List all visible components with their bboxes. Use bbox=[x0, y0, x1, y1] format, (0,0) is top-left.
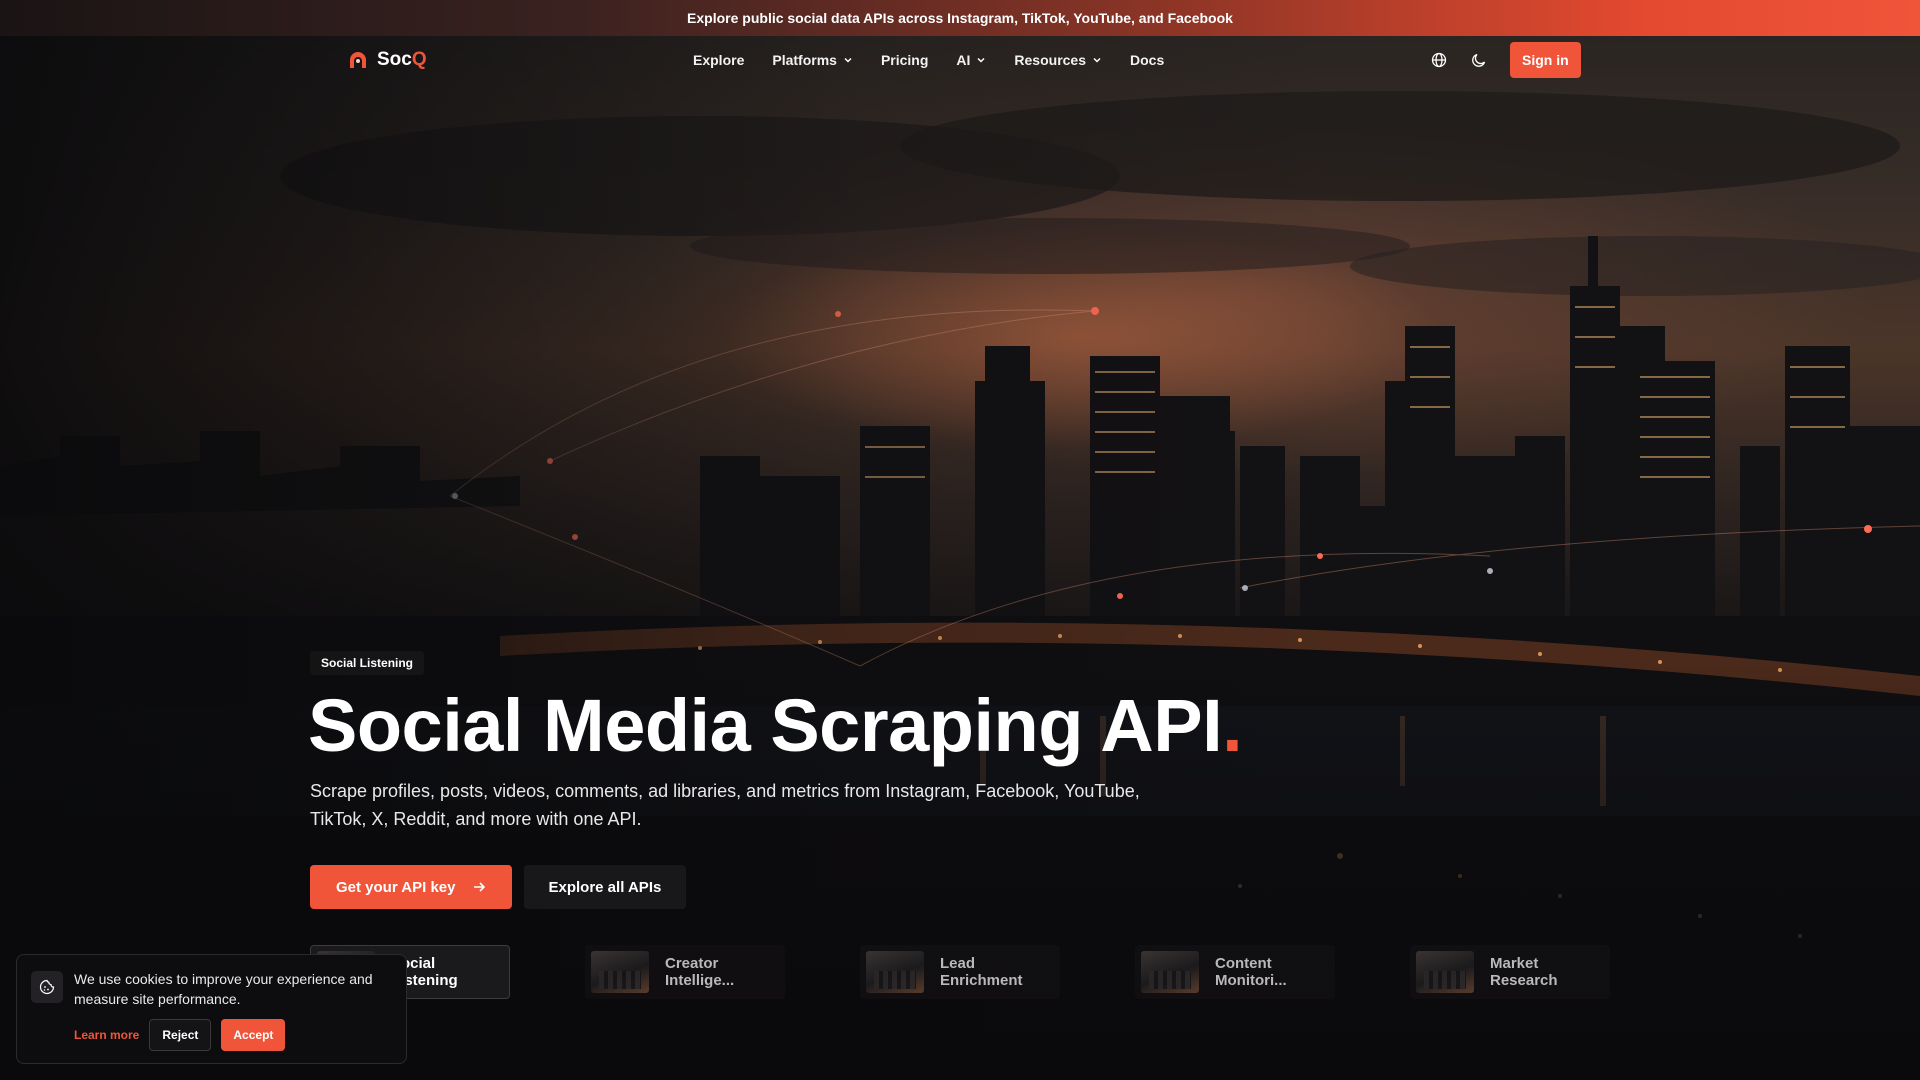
nav-docs-label: Docs bbox=[1130, 52, 1165, 68]
nav-actions: Sign in bbox=[1430, 42, 1581, 78]
page-title-dot: . bbox=[1222, 684, 1243, 767]
usecase-tab-market-research[interactable]: Market Research bbox=[1410, 945, 1610, 999]
chevron-down-icon bbox=[844, 57, 852, 63]
moon-icon bbox=[1472, 53, 1486, 67]
top-nav: SocQ Explore Platforms Pricing AI Resour… bbox=[0, 36, 1920, 84]
brand-name-prefix: Soc bbox=[377, 49, 412, 70]
explore-all-apis-label: Explore all APIs bbox=[548, 878, 662, 896]
usecase-thumbnail bbox=[591, 951, 649, 993]
arrow-right-icon bbox=[473, 882, 485, 892]
usecase-thumbnail bbox=[866, 951, 924, 993]
announcement-text: Explore public social data APIs across I… bbox=[687, 10, 1233, 26]
language-button[interactable] bbox=[1430, 51, 1448, 69]
theme-toggle-button[interactable] bbox=[1470, 51, 1488, 69]
socq-logo-icon bbox=[350, 52, 366, 68]
page-title-text: Social Media Scraping API bbox=[308, 684, 1223, 767]
get-api-key-button[interactable]: Get your API key bbox=[310, 865, 512, 909]
cookie-learn-more-link[interactable]: Learn more bbox=[74, 1028, 139, 1042]
nav-pricing[interactable]: Pricing bbox=[881, 52, 928, 68]
usecase-tab-content-monitoring[interactable]: Content Monitori... bbox=[1135, 945, 1335, 999]
cookie-banner: We use cookies to improve your experienc… bbox=[16, 954, 407, 1064]
usecase-label: Lead Enrichment bbox=[940, 955, 1023, 989]
get-api-key-label: Get your API key bbox=[336, 878, 456, 896]
cookie-accept-button[interactable]: Accept bbox=[221, 1019, 286, 1051]
usecase-thumbnail bbox=[1141, 951, 1199, 993]
nav-explore[interactable]: Explore bbox=[693, 52, 744, 68]
cookie-actions: Learn more Reject Accept bbox=[74, 1019, 286, 1051]
usecase-thumbnail bbox=[1416, 951, 1474, 993]
hero-subtitle: Scrape profiles, posts, videos, comments… bbox=[310, 781, 1140, 829]
explore-all-apis-button[interactable]: Explore all APIs bbox=[523, 865, 687, 909]
usecase-tab-lead-enrichment[interactable]: Lead Enrichment bbox=[860, 945, 1060, 999]
cookie-icon bbox=[39, 979, 55, 995]
nav-docs[interactable]: Docs bbox=[1130, 52, 1164, 68]
hero-cta-row: Get your API key Explore all APIs bbox=[310, 865, 687, 909]
nav-resources-label: Resources bbox=[1014, 52, 1086, 68]
usecase-label: Creator Intellige... bbox=[665, 955, 735, 989]
nav-links: Explore Platforms Pricing AI Resources D… bbox=[693, 48, 1164, 72]
hero-background bbox=[0, 36, 1920, 1080]
nav-pricing-label: Pricing bbox=[880, 52, 929, 68]
brand-name-suffix: Q bbox=[411, 49, 427, 70]
nav-platforms[interactable]: Platforms bbox=[772, 52, 853, 68]
globe-icon bbox=[1431, 52, 1447, 68]
hero-badge: Social Listening bbox=[310, 651, 425, 675]
sign-in-button[interactable]: Sign in bbox=[1510, 42, 1581, 78]
usecase-tab-creator-intelligence[interactable]: Creator Intellige... bbox=[585, 945, 785, 999]
chevron-down-icon bbox=[1093, 57, 1101, 63]
nav-platforms-label: Platforms bbox=[772, 52, 837, 68]
nav-ai-label: AI bbox=[956, 52, 971, 68]
usecase-label: Market Research bbox=[1490, 955, 1558, 989]
page-title: Social Media Scraping API. bbox=[308, 684, 1243, 768]
logo-link[interactable]: SocQ bbox=[348, 48, 427, 72]
cookie-message: We use cookies to improve your experienc… bbox=[74, 971, 373, 1007]
nav-explore-label: Explore bbox=[693, 52, 745, 68]
announcement-bar: Explore public social data APIs across I… bbox=[0, 0, 1920, 36]
cookie-reject-button[interactable]: Reject bbox=[149, 1019, 212, 1051]
chevron-down-icon bbox=[977, 57, 985, 63]
nav-ai[interactable]: AI bbox=[956, 52, 986, 68]
brand-name: SocQ bbox=[377, 49, 427, 71]
nav-resources[interactable]: Resources bbox=[1014, 52, 1102, 68]
usecase-label: Content Monitori... bbox=[1215, 955, 1287, 989]
cookie-icon-box bbox=[31, 971, 63, 1003]
